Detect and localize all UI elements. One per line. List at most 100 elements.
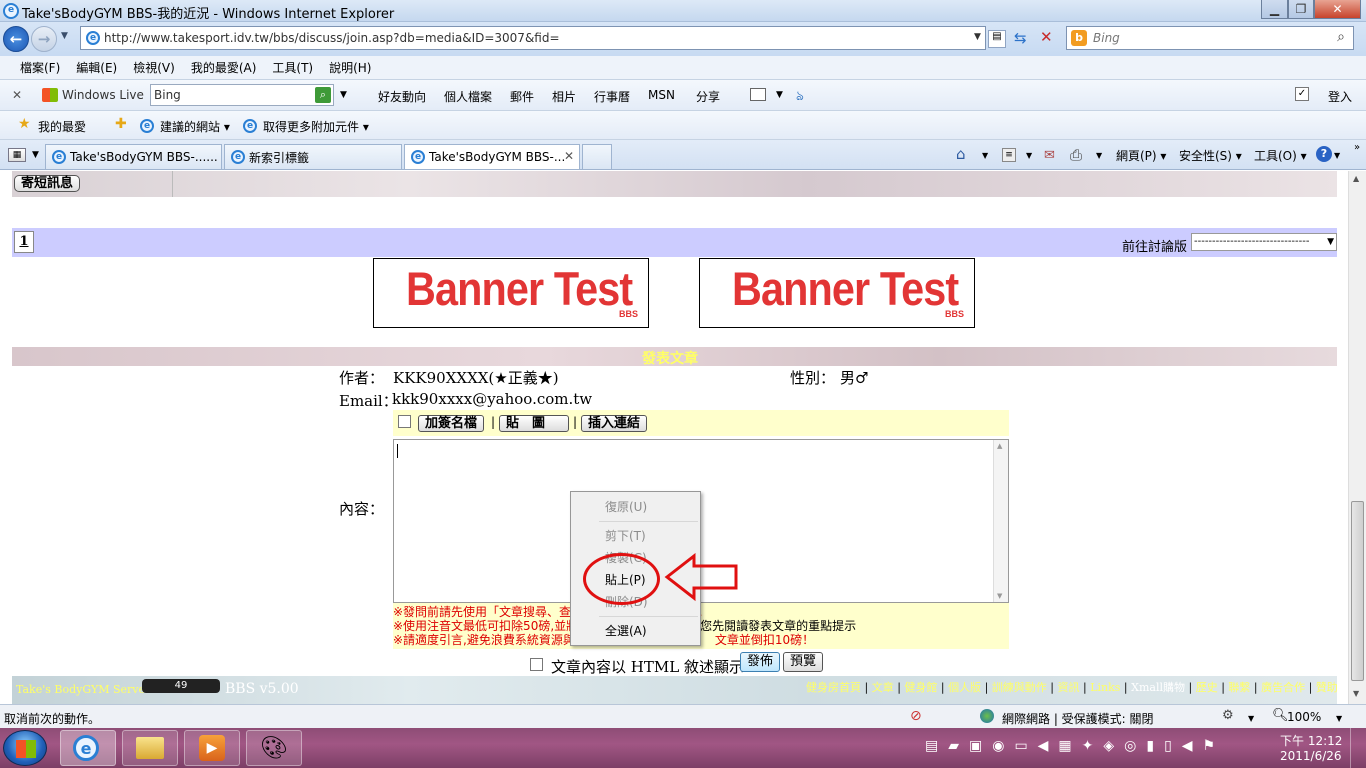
search-input[interactable]: b Bing ⌕ [1066, 26, 1354, 50]
footer-link-ads[interactable]: 廣告合作 [1261, 681, 1305, 694]
live-link-profile[interactable]: 個人檔案 [444, 88, 492, 105]
compat-view-icon[interactable]: ▤ [988, 30, 1006, 48]
menu-edit[interactable]: 編輯(E) [76, 59, 117, 76]
live-link-friends[interactable]: 好友動向 [378, 88, 426, 105]
live-link-share[interactable]: 分享 [696, 88, 720, 105]
tab-list-dropdown-icon[interactable]: ▼ [32, 150, 39, 160]
page-scroll-down-icon[interactable]: ▼ [1353, 689, 1359, 698]
tools-menu[interactable]: 工具(O) ▾ [1254, 147, 1307, 164]
preview-button[interactable]: 預覽 [783, 652, 824, 672]
textarea-scrollbar[interactable]: ▲ ▼ [993, 440, 1008, 602]
live-search-icon[interactable]: ⌕ [315, 87, 331, 103]
zone-text[interactable]: 網際網路 | 受保護模式: 關閉 [1002, 710, 1154, 727]
start-button[interactable] [3, 730, 47, 766]
footer-link-history[interactable]: 歷史 [1196, 681, 1218, 694]
page-scroll-up-icon[interactable]: ▲ [1353, 174, 1359, 183]
show-desktop-button[interactable] [1350, 728, 1366, 768]
footer-link-training[interactable]: 訓練與動作 [992, 681, 1047, 694]
live-signin-link[interactable]: 登入 [1328, 88, 1352, 105]
home-dropdown-icon[interactable]: ▼ [982, 151, 988, 160]
status-dropdown-icon[interactable]: ▼ [1248, 714, 1254, 723]
menu-favorites[interactable]: 我的最愛(A) [191, 59, 257, 76]
publish-button[interactable]: 發佈 [740, 652, 781, 672]
print-icon[interactable]: ⎙ [1070, 146, 1082, 164]
search-icon[interactable]: ⌕ [1337, 29, 1345, 45]
privacy-icon[interactable]: ⊘ [910, 708, 922, 724]
tab-2[interactable]: e 新索引標籤 [224, 144, 402, 169]
live-window-icon[interactable] [750, 88, 766, 101]
clock-time[interactable]: 下午 12:12 [1280, 732, 1342, 749]
forum-select[interactable]: -------------------------------- ▼ [1191, 233, 1337, 251]
tray-icons[interactable]: ▤▰▣◉▭◀▦✦◈◎▮▯◀⚑ [925, 738, 1225, 754]
refresh-icon[interactable]: ⇆ [1014, 29, 1027, 47]
footer-link-articles[interactable]: 文章 [872, 681, 894, 694]
live-link-mail[interactable]: 郵件 [510, 88, 534, 105]
taskbar-ie[interactable]: e [60, 730, 116, 766]
mail-icon[interactable]: ✉ [1044, 148, 1055, 163]
live-search-dropdown-icon[interactable]: ▼ [340, 90, 347, 100]
new-tab-button[interactable] [582, 144, 612, 169]
live-check-icon[interactable]: ✓ [1295, 87, 1309, 101]
quick-tabs-icon[interactable]: ▦ [8, 148, 26, 162]
suggested-sites-link[interactable]: 建議的網站 ▾ [160, 118, 230, 135]
menu-tools[interactable]: 工具(T) [272, 59, 313, 76]
footer-link-info[interactable]: 資訊 [1058, 681, 1080, 694]
stop-icon[interactable]: ✕ [1040, 28, 1053, 46]
print-dropdown-icon[interactable]: ▼ [1096, 151, 1102, 160]
live-search-input[interactable]: Bing ⌕ [150, 84, 334, 106]
home-icon[interactable]: ⌂ [956, 145, 966, 163]
html-mode-checkbox[interactable] [530, 658, 543, 671]
footer-link-home[interactable]: 健身房首頁 [806, 681, 861, 694]
ctx-select-all[interactable]: 全選(A) [571, 620, 700, 642]
scroll-down-icon[interactable]: ▼ [997, 592, 1002, 600]
feeds-icon[interactable]: ≡ [1002, 148, 1016, 162]
banner-ad-2[interactable]: Banner Test BBS [699, 258, 975, 328]
url-dropdown-icon[interactable]: ▼ [974, 32, 981, 42]
live-link-photos[interactable]: 相片 [552, 88, 576, 105]
scroll-up-icon[interactable]: ▲ [997, 442, 1002, 450]
zoom-level[interactable]: 100% [1287, 710, 1321, 724]
minimize-button[interactable]: ▁ [1261, 0, 1288, 19]
live-window-dropdown-icon[interactable]: ▼ [776, 90, 783, 100]
menu-file[interactable]: 檔案(F) [20, 59, 60, 76]
tab-close-icon[interactable]: ✕ [564, 149, 574, 163]
menu-help[interactable]: 說明(H) [329, 59, 371, 76]
help-icon[interactable]: ? [1316, 146, 1332, 162]
add-favorite-icon[interactable]: ✚ [115, 116, 127, 132]
page-number-link[interactable]: 1 [14, 231, 34, 253]
live-link-calendar[interactable]: 行事曆 [594, 88, 630, 105]
footer-link-xmall[interactable]: Xmall購物 [1131, 681, 1185, 694]
ctx-cut[interactable]: 剪下(T) [571, 525, 700, 547]
insert-image-button[interactable]: 貼 圖 [499, 415, 569, 432]
safety-menu[interactable]: 安全性(S) ▾ [1179, 147, 1242, 164]
taskbar-explorer[interactable] [122, 730, 178, 766]
live-link-msn[interactable]: MSN [648, 88, 675, 102]
close-button[interactable]: ✕ [1314, 0, 1361, 19]
taskbar-paint[interactable]: 🎨︎ [246, 730, 302, 766]
footer-link-sponsor[interactable]: 贊助 [1316, 681, 1338, 694]
footer-link-gym[interactable]: 健身館 [904, 681, 937, 694]
insert-link-button[interactable]: 插入連結 [581, 415, 648, 432]
tab-1[interactable]: e Take'sBodyGYM BBS-...... [45, 144, 222, 169]
toolbar-checkbox[interactable] [398, 415, 411, 428]
close-toolbar-icon[interactable]: ✕ [12, 88, 22, 102]
addons-link[interactable]: 取得更多附加元件 ▾ [263, 118, 369, 135]
protected-mode-icon[interactable]: ⚙ [1222, 708, 1234, 723]
page-scroll-thumb[interactable] [1351, 501, 1364, 681]
favorites-button[interactable]: 我的最愛 [38, 118, 86, 135]
add-signature-button[interactable]: 加簽名檔 [418, 415, 485, 432]
footer-link-links[interactable]: Links [1090, 681, 1120, 694]
footer-link-contact[interactable]: 聯繫 [1228, 681, 1250, 694]
page-scrollbar[interactable]: ▲ ▼ [1348, 171, 1366, 704]
ctx-undo[interactable]: 復原(U) [571, 496, 700, 518]
taskbar-media[interactable]: ▶ [184, 730, 240, 766]
url-field[interactable]: e http://www.takesport.idv.tw/bbs/discus… [80, 26, 986, 50]
menu-view[interactable]: 檢視(V) [133, 59, 175, 76]
footer-link-personal[interactable]: 個人版 [948, 681, 981, 694]
short-message-button[interactable]: 寄短訊息 [14, 175, 81, 192]
forward-button[interactable]: → [31, 26, 57, 52]
live-translate-icon[interactable]: ঌ [796, 87, 804, 108]
history-dropdown-icon[interactable]: ▼ [61, 31, 68, 41]
chevron-more-icon[interactable]: » [1354, 142, 1360, 153]
maximize-button[interactable]: ❐ [1288, 0, 1314, 19]
